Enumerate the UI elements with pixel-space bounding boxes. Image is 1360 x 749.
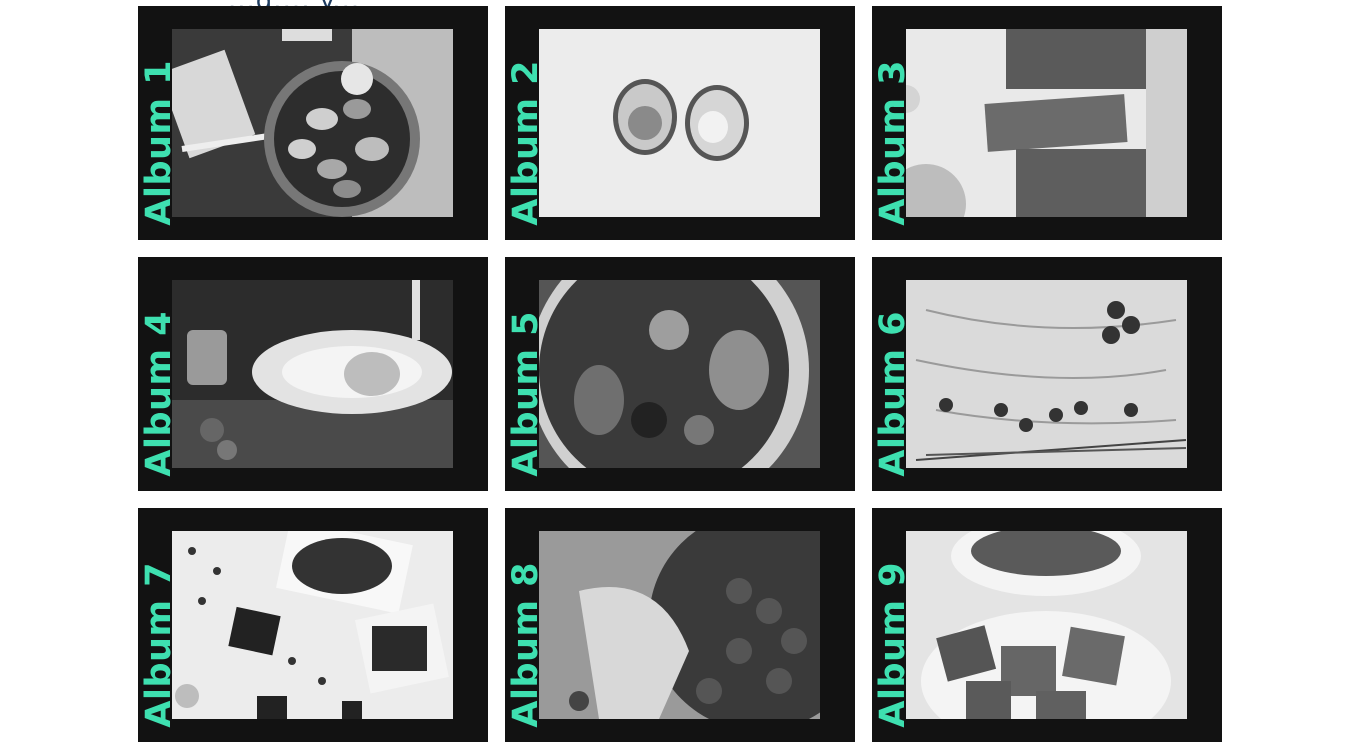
album-grid: Album 1 Album 2 Album 3 Album 4 Album 5 …: [138, 6, 1222, 742]
album-2-photo: [539, 29, 820, 217]
album-3-photo: [906, 29, 1187, 217]
album-5-label: Album 5: [506, 311, 546, 477]
album-card-2[interactable]: Album 2: [505, 6, 855, 240]
album-6-label: Album 6: [873, 311, 913, 477]
album-card-9[interactable]: Album 9: [872, 508, 1222, 742]
album-5-photo: [539, 280, 820, 468]
album-7-photo: [172, 531, 453, 719]
album-9-label: Album 9: [873, 562, 913, 728]
album-card-1[interactable]: Album 1: [138, 6, 488, 240]
album-4-photo: [172, 280, 453, 468]
album-9-photo: [906, 531, 1187, 719]
album-1-label: Album 1: [139, 60, 179, 226]
album-card-5[interactable]: Album 5: [505, 257, 855, 491]
album-card-3[interactable]: Album 3: [872, 6, 1222, 240]
album-3-label: Album 3: [873, 60, 913, 226]
album-4-label: Album 4: [139, 311, 179, 477]
album-8-label: Album 8: [506, 562, 546, 728]
album-8-photo: [539, 531, 820, 719]
album-6-photo: [906, 280, 1187, 468]
album-card-7[interactable]: Album 7: [138, 508, 488, 742]
album-card-4[interactable]: Album 4: [138, 257, 488, 491]
album-7-label: Album 7: [139, 562, 179, 728]
album-1-photo: [172, 29, 453, 217]
album-2-label: Album 2: [506, 60, 546, 226]
album-card-8[interactable]: Album 8: [505, 508, 855, 742]
album-card-6[interactable]: Album 6: [872, 257, 1222, 491]
